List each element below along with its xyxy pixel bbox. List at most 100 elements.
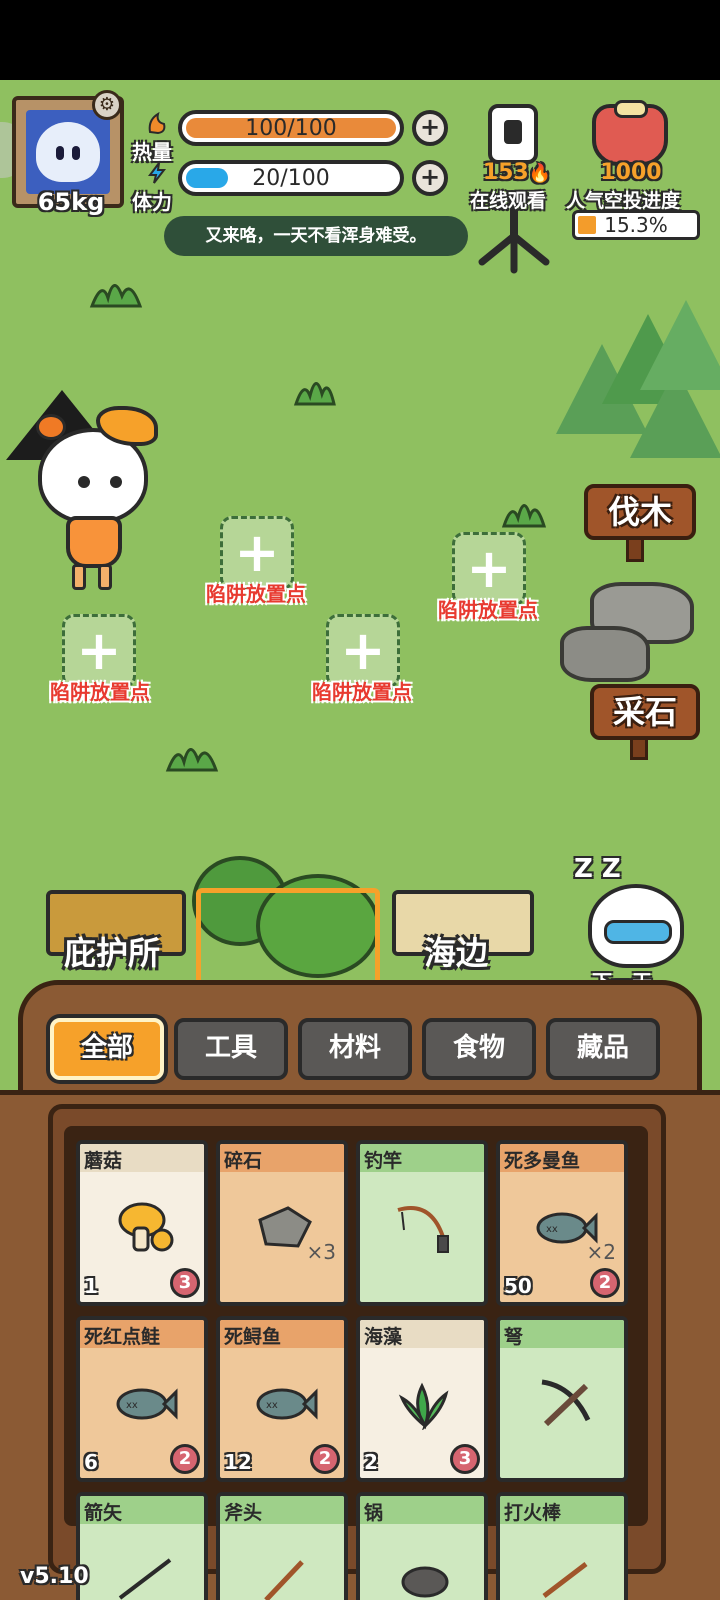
item-name: 碎石 xyxy=(224,1150,263,1172)
character-leg xyxy=(98,564,112,590)
category-tab[interactable]: 工具 xyxy=(174,1018,288,1080)
item-quantity: ×2 xyxy=(586,1240,616,1264)
seaweed-icon xyxy=(392,1376,458,1432)
character-body[interactable] xyxy=(66,516,122,568)
item-heat-value: 2 xyxy=(364,1450,378,1474)
heat-bar: 100/100 xyxy=(178,110,404,146)
airdrop-count: 1000 xyxy=(600,160,662,185)
heat-label: 热量 xyxy=(132,140,172,164)
grass-tuft xyxy=(165,748,219,772)
live-viewer-number: 153 xyxy=(482,160,529,185)
avatar-eye xyxy=(56,146,64,160)
location-beach-label: 海边 xyxy=(424,934,489,972)
live-caption: 在线观看 xyxy=(470,190,547,212)
add-heat-button[interactable]: + xyxy=(412,110,448,146)
item-name: 斧头 xyxy=(224,1502,263,1524)
sleep-mask xyxy=(604,920,672,944)
category-tab[interactable]: 全部 xyxy=(50,1018,164,1080)
camera-icon[interactable] xyxy=(488,104,538,164)
character-eye xyxy=(78,476,90,488)
inventory-item[interactable]: 死红点鲑 xx 6 2 xyxy=(76,1316,208,1482)
item-name: 弩 xyxy=(504,1326,524,1348)
airdrop-progress: 15.3% xyxy=(572,210,700,240)
live-viewer-count: 153🔥 xyxy=(482,160,552,185)
fire-icon: 🔥 xyxy=(528,163,552,184)
avatar-eye xyxy=(72,146,80,160)
inventory-item[interactable]: 斧头 xyxy=(216,1492,348,1600)
pine-tree xyxy=(640,300,720,390)
inventory-item[interactable]: 钓竿 xyxy=(356,1140,488,1306)
avatar-face xyxy=(36,122,100,182)
item-heat-value: 1 xyxy=(84,1274,98,1298)
category-tab[interactable]: 材料 xyxy=(298,1018,412,1080)
svg-text:xx: xx xyxy=(126,1400,138,1411)
heat-value: 100/100 xyxy=(245,116,337,141)
trap-slot-label: 陷阱放置点 xyxy=(50,680,150,704)
gear-icon[interactable]: ⚙ xyxy=(92,90,122,120)
stamina-label: 体力 xyxy=(132,190,172,214)
item-name: 箭矢 xyxy=(84,1502,123,1524)
item-name: 死红点鲑 xyxy=(84,1326,161,1348)
item-weight-badge: 2 xyxy=(590,1268,620,1298)
item-name: 钓竿 xyxy=(364,1150,403,1172)
item-weight-badge: 2 xyxy=(170,1444,200,1474)
item-name: 蘑菇 xyxy=(84,1150,123,1172)
crossbow-icon xyxy=(532,1376,598,1430)
heat-icon xyxy=(148,112,166,134)
item-weight-badge: 2 xyxy=(310,1444,340,1474)
fish-icon: xx xyxy=(252,1376,318,1430)
grass-tuft xyxy=(293,382,336,406)
inventory-item[interactable]: 海藻 2 3 xyxy=(356,1316,488,1482)
category-tab[interactable]: 食物 xyxy=(422,1018,536,1080)
player-weight: 65kg xyxy=(37,188,105,216)
character-eye xyxy=(110,476,122,488)
inventory-item[interactable]: 死多曼鱼 xx ×2 50 2 xyxy=(496,1140,628,1306)
item-quantity: ×3 xyxy=(306,1240,336,1264)
trap-slot-label: 陷阱放置点 xyxy=(206,582,306,606)
version-label: v5.10 xyxy=(20,1564,89,1589)
inventory-item[interactable]: 弩 xyxy=(496,1316,628,1482)
quarry-sign[interactable]: 采石 xyxy=(590,684,700,740)
location-shelter-label: 庇护所 xyxy=(64,934,161,972)
chop-wood-sign[interactable]: 伐木 xyxy=(584,484,696,540)
item-name: 海藻 xyxy=(364,1326,403,1348)
airdrop-tie xyxy=(614,100,648,118)
rock xyxy=(560,626,650,682)
category-tab[interactable]: 藏品 xyxy=(546,1018,660,1080)
lightning-icon xyxy=(148,162,167,184)
airdrop-caption: 人气空投进度 xyxy=(566,190,681,212)
stamina-value: 20/100 xyxy=(252,166,330,191)
item-name: 死鲟鱼 xyxy=(224,1326,282,1348)
status-bar xyxy=(0,0,720,80)
stamina-bar: 20/100 xyxy=(178,160,404,196)
fire-starter-icon xyxy=(532,1552,598,1600)
item-heat-value: 6 xyxy=(84,1450,98,1474)
item-weight-badge: 3 xyxy=(450,1444,480,1474)
inventory-item[interactable]: 碎石 ×3 xyxy=(216,1140,348,1306)
avatar-portrait xyxy=(26,110,110,194)
axe-icon xyxy=(252,1552,318,1600)
item-heat-value: 12 xyxy=(224,1450,252,1474)
item-name: 锅 xyxy=(364,1502,384,1524)
grass-tuft xyxy=(89,284,143,308)
svg-text:xx: xx xyxy=(546,1224,558,1235)
fishing-rod-icon xyxy=(392,1200,458,1254)
speech-bubble: 又来咯，一天不看浑身难受。 xyxy=(164,216,468,256)
inventory-item[interactable]: 箭矢 xyxy=(76,1492,208,1600)
item-heat-value: 50 xyxy=(504,1274,532,1298)
sleep-zzz: Z Z xyxy=(574,854,621,884)
arrow-icon xyxy=(112,1552,178,1600)
inventory-item[interactable]: 打火棒 xyxy=(496,1492,628,1600)
trap-slot-label: 陷阱放置点 xyxy=(438,598,538,622)
inventory-item[interactable]: 锅 xyxy=(356,1492,488,1600)
grass-tuft xyxy=(501,504,547,528)
fish-icon: xx xyxy=(112,1376,178,1430)
inventory-item[interactable]: 死鲟鱼 xx 12 2 xyxy=(216,1316,348,1482)
inventory-item[interactable]: 蘑菇 1 3 xyxy=(76,1140,208,1306)
svg-text:xx: xx xyxy=(266,1400,278,1411)
item-weight-badge: 3 xyxy=(170,1268,200,1298)
add-stamina-button[interactable]: + xyxy=(412,160,448,196)
mushroom-icon xyxy=(112,1200,178,1254)
camera-lens xyxy=(504,120,522,144)
item-name: 打火棒 xyxy=(504,1502,562,1524)
